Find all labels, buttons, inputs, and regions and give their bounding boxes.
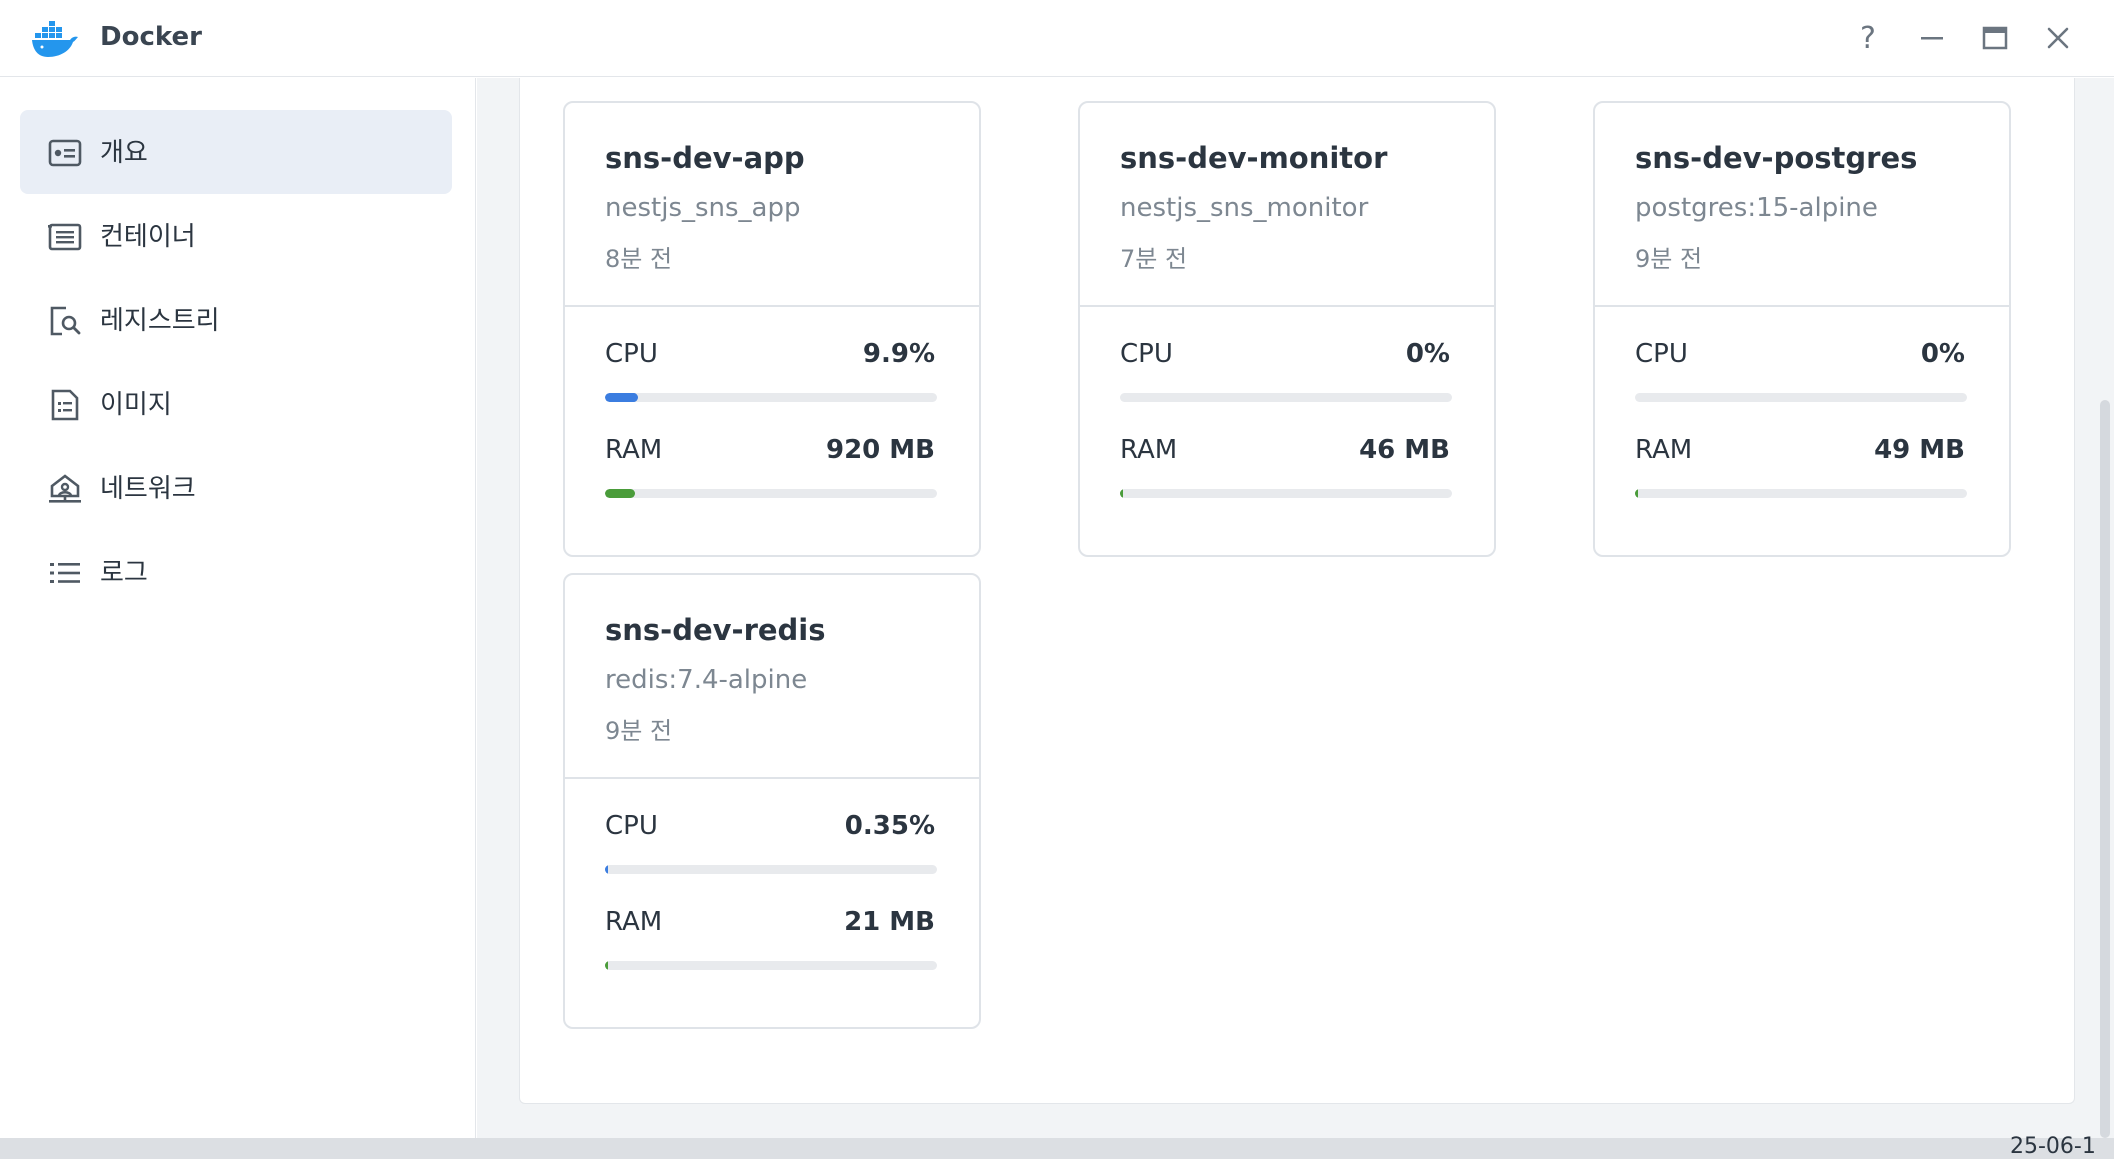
cpu-usage-fill bbox=[605, 393, 638, 402]
scrollbar-thumb[interactable] bbox=[2100, 400, 2110, 1138]
cpu-usage-fill bbox=[605, 865, 608, 874]
cpu-usage-bar bbox=[605, 865, 937, 874]
container-uptime: 8분 전 bbox=[605, 245, 673, 273]
docker-window: Docker ? 개요 컨테이너 레지스트리 이미지 네트워크 로그 sns-d… bbox=[0, 0, 2114, 1138]
cpu-label: CPU bbox=[1120, 339, 1173, 369]
ram-usage-fill bbox=[605, 961, 608, 970]
container-card[interactable]: sns-dev-redis redis:7.4-alpine 9분 전 CPU … bbox=[563, 573, 981, 1029]
background-window bbox=[0, 1138, 2114, 1154]
minimize-icon[interactable] bbox=[1912, 18, 1952, 58]
cpu-value: 0.35% bbox=[844, 811, 935, 841]
help-icon[interactable]: ? bbox=[1848, 18, 1888, 58]
cpu-label: CPU bbox=[605, 339, 658, 369]
ram-value: 920 MB bbox=[825, 435, 935, 465]
container-card[interactable]: sns-dev-app nestjs_sns_app 8분 전 CPU 9.9%… bbox=[563, 101, 981, 557]
cpu-label: CPU bbox=[605, 811, 658, 841]
container-name: sns-dev-app bbox=[605, 141, 805, 175]
container-card-header: sns-dev-redis redis:7.4-alpine 9분 전 bbox=[565, 575, 979, 779]
container-image: redis:7.4-alpine bbox=[605, 665, 808, 695]
ram-usage-bar bbox=[605, 489, 937, 498]
app-title: Docker bbox=[100, 22, 202, 52]
container-uptime: 9분 전 bbox=[605, 717, 673, 745]
cpu-value: 0% bbox=[1405, 339, 1450, 369]
container-image: nestjs_sns_monitor bbox=[1120, 193, 1369, 223]
ram-label: RAM bbox=[605, 907, 663, 937]
cpu-value: 0% bbox=[1920, 339, 1965, 369]
sidebar: 개요 컨테이너 레지스트리 이미지 네트워크 로그 bbox=[0, 78, 476, 1138]
ram-label: RAM bbox=[605, 435, 663, 465]
sidebar-item-label: 로그 bbox=[100, 558, 148, 588]
container-card-header: sns-dev-monitor nestjs_sns_monitor 7분 전 bbox=[1080, 103, 1494, 307]
sidebar-item-label: 컨테이너 bbox=[100, 222, 196, 252]
ram-usage-fill bbox=[1635, 489, 1638, 498]
container-name: sns-dev-redis bbox=[605, 613, 826, 647]
ram-usage-bar bbox=[1120, 489, 1452, 498]
close-icon[interactable] bbox=[2038, 18, 2078, 58]
overview-icon bbox=[48, 136, 82, 170]
sidebar-item-overview[interactable]: 개요 bbox=[20, 110, 452, 194]
container-card-header: sns-dev-postgres postgres:15-alpine 9분 전 bbox=[1595, 103, 2009, 307]
docker-whale-icon bbox=[30, 17, 80, 59]
ram-label: RAM bbox=[1120, 435, 1178, 465]
container-icon bbox=[48, 220, 82, 254]
container-uptime: 9분 전 bbox=[1635, 245, 1703, 273]
maximize-icon[interactable] bbox=[1975, 18, 2015, 58]
ram-value: 49 MB bbox=[1874, 435, 1965, 465]
ram-value: 46 MB bbox=[1359, 435, 1450, 465]
container-uptime: 7분 전 bbox=[1120, 245, 1188, 273]
title-bar: Docker ? bbox=[0, 0, 2114, 77]
sidebar-item-label: 네트워크 bbox=[100, 474, 196, 504]
image-icon bbox=[48, 388, 82, 422]
registry-icon bbox=[48, 304, 82, 338]
sidebar-item-containers[interactable]: 컨테이너 bbox=[20, 194, 452, 278]
ram-value: 21 MB bbox=[844, 907, 935, 937]
ram-usage-fill bbox=[605, 489, 635, 498]
sidebar-item-registry[interactable]: 레지스트리 bbox=[20, 278, 452, 362]
container-card[interactable]: sns-dev-monitor nestjs_sns_monitor 7분 전 … bbox=[1078, 101, 1496, 557]
container-image: nestjs_sns_app bbox=[605, 193, 801, 223]
container-card-header: sns-dev-app nestjs_sns_app 8분 전 bbox=[565, 103, 979, 307]
ram-usage-bar bbox=[1635, 489, 1967, 498]
background-partial-text: 25-06-1 bbox=[2010, 1134, 2096, 1159]
sidebar-item-label: 이미지 bbox=[100, 390, 172, 420]
cpu-usage-bar bbox=[1120, 393, 1452, 402]
sidebar-item-label: 레지스트리 bbox=[100, 306, 220, 336]
cpu-label: CPU bbox=[1635, 339, 1688, 369]
sidebar-item-network[interactable]: 네트워크 bbox=[20, 446, 452, 530]
ram-usage-bar bbox=[605, 961, 937, 970]
log-icon bbox=[48, 556, 82, 590]
ram-usage-fill bbox=[1120, 489, 1123, 498]
cpu-usage-bar bbox=[605, 393, 937, 402]
cpu-value: 9.9% bbox=[862, 339, 935, 369]
container-name: sns-dev-monitor bbox=[1120, 141, 1388, 175]
sidebar-item-logs[interactable]: 로그 bbox=[20, 530, 452, 614]
sidebar-item-images[interactable]: 이미지 bbox=[20, 362, 452, 446]
network-icon bbox=[48, 472, 82, 506]
ram-label: RAM bbox=[1635, 435, 1693, 465]
sidebar-item-label: 개요 bbox=[100, 138, 148, 168]
cpu-usage-bar bbox=[1635, 393, 1967, 402]
container-image: postgres:15-alpine bbox=[1635, 193, 1878, 223]
container-name: sns-dev-postgres bbox=[1635, 141, 1918, 175]
container-card[interactable]: sns-dev-postgres postgres:15-alpine 9분 전… bbox=[1593, 101, 2011, 557]
